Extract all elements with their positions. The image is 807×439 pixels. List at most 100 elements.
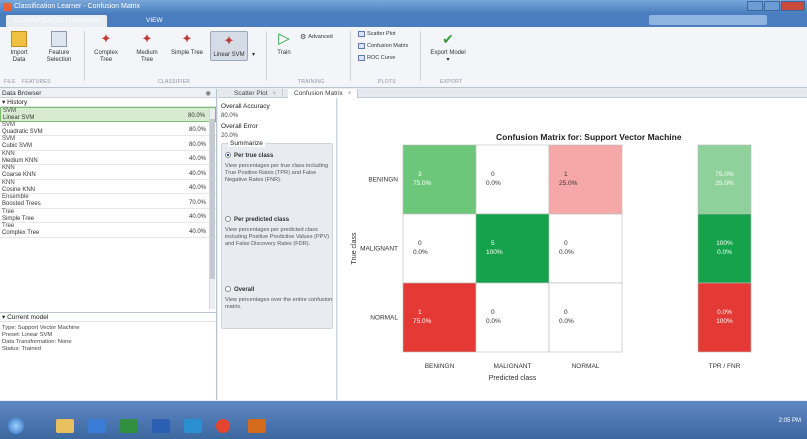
summarize-group: Summarize Per true class View percentage…: [221, 140, 333, 329]
messenger-icon[interactable]: [184, 419, 202, 433]
word-icon[interactable]: [152, 419, 170, 433]
import-data-label: Import Data: [10, 50, 28, 63]
scatter-plot-button[interactable]: Scatter Plot: [358, 31, 395, 37]
radio-description: View percentages per true class includin…: [225, 163, 329, 183]
current-model-section-header[interactable]: ▾ Current model: [0, 312, 216, 322]
history-scrollbar[interactable]: [209, 109, 215, 309]
overall-accuracy-value: 80.0%: [221, 113, 239, 119]
play-icon: ▷: [278, 30, 290, 47]
model-accuracy: 40.0%: [188, 170, 206, 177]
matlab-taskbar-icon[interactable]: [248, 419, 266, 433]
complex-tree-button[interactable]: ✦ Complex Tree: [92, 31, 120, 64]
history-item[interactable]: Tree Complex Tree 40.0%: [0, 223, 216, 238]
cell-count: 1: [564, 171, 568, 178]
doc-tab-scatter-plot[interactable]: Scatter Plot ×: [228, 89, 284, 98]
row-label: NORMAL: [370, 315, 398, 322]
tpr-value: 0.0%: [717, 309, 732, 316]
file-explorer-icon[interactable]: [56, 419, 74, 433]
history-section-header[interactable]: ▾ History: [0, 98, 216, 107]
cell-count: 0: [491, 171, 495, 178]
model-preset: Medium KNN: [2, 157, 38, 164]
current-model-label: Current model: [7, 314, 49, 321]
history-item[interactable]: KNN Medium KNN 40.0%: [0, 151, 216, 165]
model-accuracy: 80.0%: [187, 112, 205, 119]
radio-unselected-icon: [225, 286, 231, 292]
history-item[interactable]: SVM Cubic SVM 80.0%: [0, 136, 216, 151]
history-item[interactable]: Tree Simple Tree 40.0%: [0, 209, 216, 223]
current-model-details: Type: Support Vector Machine Preset: Lin…: [0, 322, 216, 356]
linear-svm-button[interactable]: ✦ Linear SVM: [210, 31, 248, 61]
gallery-expand-icon[interactable]: ▾: [252, 51, 255, 58]
window-title: Classification Learner - Confusion Matri…: [14, 3, 141, 10]
ribbon-separator: [420, 31, 421, 81]
radio-title: Per true class: [234, 153, 274, 159]
system-tray: 2:05 PM: [779, 417, 801, 425]
cell-percent: 0.0%: [413, 249, 428, 256]
cell-percent: 0.0%: [486, 180, 501, 187]
matlab-icon: [3, 3, 11, 11]
train-button[interactable]: ▷ Train: [274, 31, 294, 57]
train-label: Train: [277, 50, 291, 56]
current-model-type: Type: Support Vector Machine: [2, 325, 80, 331]
history-item[interactable]: KNN Coarse KNN 40.0%: [0, 165, 216, 180]
data-browser-panel: Data Browser ◉ ▾ History SVM Linear SVM 80…: [0, 89, 217, 400]
scrollbar-thumb[interactable]: [210, 119, 215, 279]
x-axis-label: Predicted class: [489, 375, 537, 382]
tab-classification-learner[interactable]: CLASSIFICATION LEARNER: [6, 15, 108, 27]
radio-overall[interactable]: Overall View percentages over the entire…: [225, 286, 333, 311]
overall-accuracy-label: Overall Accuracy: [221, 103, 270, 110]
start-button-icon[interactable]: [8, 418, 24, 434]
group-label-export: EXPORT: [440, 79, 463, 85]
tab-view[interactable]: VIEW: [138, 15, 171, 27]
close-button[interactable]: [781, 1, 805, 11]
feature-selection-button[interactable]: Feature Selection: [42, 31, 76, 64]
gear-icon: ⚙: [300, 34, 307, 41]
cell-count: 1: [418, 309, 422, 316]
collapse-triangle-icon: ▾: [2, 99, 6, 106]
current-model-transformation: Data Transformation: None: [2, 339, 72, 345]
roc-curve-icon: [358, 55, 365, 61]
maximize-button[interactable]: [764, 1, 780, 11]
close-tab-icon[interactable]: ×: [272, 90, 276, 97]
col-label: NORMAL: [572, 363, 600, 370]
confusion-matrix-icon: [358, 43, 365, 49]
confusion-matrix-button[interactable]: Confusion Matrix: [358, 43, 408, 49]
close-tab-icon[interactable]: ×: [348, 90, 352, 97]
tree-icon: ✦: [181, 31, 193, 46]
doc-tab-confusion-matrix[interactable]: Confusion Matrix ×: [288, 89, 359, 98]
history-item[interactable]: SVM Linear SVM 80.0%: [0, 107, 216, 122]
chrome-icon[interactable]: [216, 419, 230, 433]
roc-curve-button[interactable]: ROC Curve: [358, 55, 395, 61]
model-type: SVM: [2, 136, 16, 142]
media-player-icon[interactable]: [88, 419, 106, 433]
medium-tree-button[interactable]: ✦ Medium Tree: [130, 31, 164, 64]
collapse-panel-icon[interactable]: ◉: [205, 89, 211, 98]
history-item[interactable]: SVM Quadratic SVM 80.0%: [0, 122, 216, 136]
cell-count: 5: [491, 240, 495, 247]
group-label-features: FEATURES: [22, 79, 51, 85]
checkmark-icon: ✔: [442, 31, 454, 47]
radio-unselected-icon: [225, 216, 231, 222]
import-data-button[interactable]: Import Data: [6, 31, 32, 64]
export-model-button[interactable]: ✔ Export Model ▾: [428, 31, 468, 64]
radio-per-predicted-class[interactable]: Per predicted class View percentages per…: [225, 216, 333, 248]
search-documentation-input[interactable]: [649, 15, 767, 25]
feature-selection-icon: [51, 31, 67, 47]
fnr-value: 100%: [716, 318, 733, 325]
cell-count: 0: [491, 309, 495, 316]
cell-count: 0: [564, 240, 568, 247]
fnr-value: 0.0%: [717, 249, 732, 256]
row-label: MALIGNANT: [360, 246, 398, 253]
simple-tree-button[interactable]: ✦ Simple Tree: [170, 31, 204, 57]
advanced-button[interactable]: ⚙ Advanced: [300, 33, 333, 41]
excel-icon[interactable]: [120, 419, 138, 433]
history-item[interactable]: Ensemble Boosted Trees 70.0%: [0, 194, 216, 209]
minimize-button[interactable]: [747, 1, 763, 11]
model-preset: Boosted Trees: [2, 201, 41, 207]
model-accuracy: 80.0%: [188, 141, 206, 148]
roc-curve-label: ROC Curve: [367, 55, 396, 61]
cell-percent: 75.0%: [413, 318, 432, 325]
history-item[interactable]: KNN Cosine KNN 40.0%: [0, 180, 216, 194]
radio-per-true-class[interactable]: Per true class View percentages per true…: [225, 152, 333, 184]
model-type: Tree: [2, 223, 15, 229]
